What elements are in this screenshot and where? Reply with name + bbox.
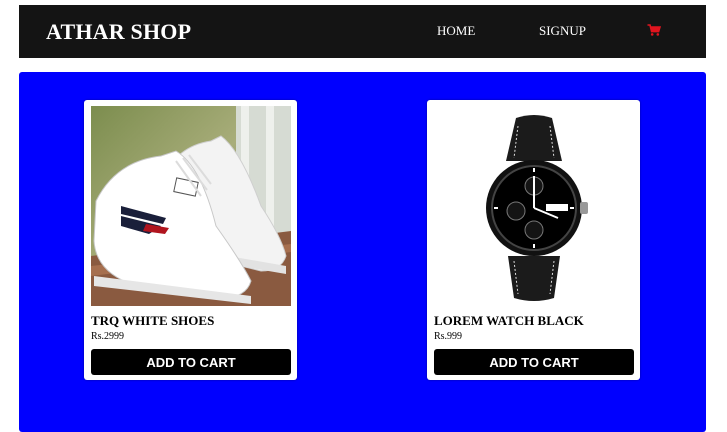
add-to-cart-button[interactable]: ADD TO CART <box>434 349 634 375</box>
product-card: TRQ WHITE SHOES Rs.2999 ADD TO CART <box>84 100 297 380</box>
black-chronograph-watch-image[interactable] <box>434 106 634 306</box>
brand-logo[interactable]: ATHAR SHOP <box>46 19 191 45</box>
product-card: LOREM WATCH BLACK Rs.999 ADD TO CART <box>427 100 640 380</box>
add-to-cart-button[interactable]: ADD TO CART <box>91 349 291 375</box>
shopping-cart-icon[interactable] <box>647 23 662 37</box>
product-name: LOREM WATCH BLACK <box>434 313 584 328</box>
product-name: TRQ WHITE SHOES <box>91 313 215 328</box>
product-grid: TRQ WHITE SHOES Rs.2999 ADD TO CART LORE… <box>19 72 706 432</box>
nav-signup-link[interactable]: SIGNUP <box>539 23 586 39</box>
product-price: Rs.2999 <box>91 331 125 342</box>
navbar: ATHAR SHOP HOME SIGNUP <box>19 5 706 58</box>
white-sneakers-image[interactable] <box>91 106 291 306</box>
nav-home-link[interactable]: HOME <box>437 23 475 39</box>
product-price: Rs.999 <box>434 331 463 342</box>
